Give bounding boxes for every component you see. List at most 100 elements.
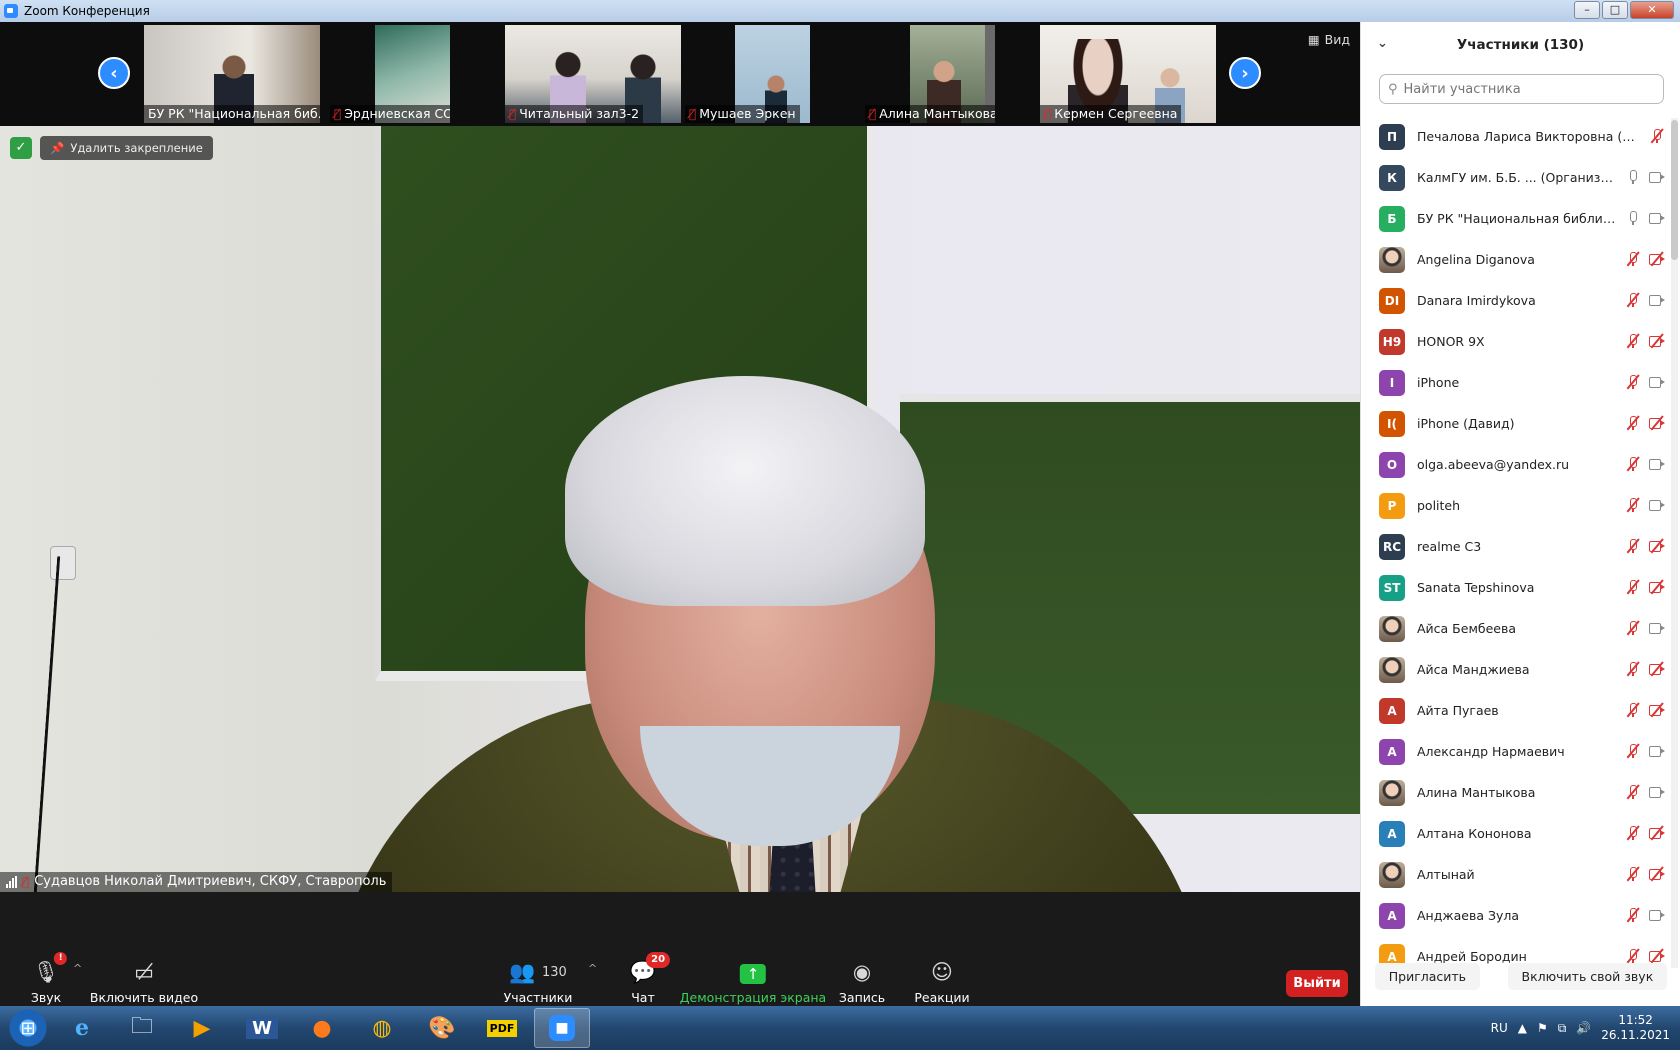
mic-muted-icon [1625, 620, 1641, 636]
participant-row[interactable]: К КалмГУ им. Б.Б. ... (Организатор) [1361, 157, 1671, 198]
participant-row[interactable]: П Печалова Лариса Викторовна (... (Я) [1361, 116, 1671, 157]
zoom-taskbar-icon[interactable]: ■ [534, 1008, 590, 1048]
title-bar: Zoom Конференция – □ ✕ [0, 0, 1680, 22]
participant-row[interactable]: H9 HONOR 9X [1361, 321, 1671, 362]
gallery-next-arrow-icon[interactable]: › [1229, 57, 1261, 89]
participant-status-icons [1625, 415, 1665, 431]
share-screen-button[interactable]: ↑ Демонстрация экрана [680, 960, 826, 1005]
volume-icon[interactable]: 🔊 [1576, 1021, 1591, 1035]
internet-explorer-icon[interactable]: e [54, 1008, 110, 1048]
camera-off-icon [1649, 333, 1665, 349]
chat-button[interactable]: 💬 20 Чат [630, 952, 671, 1005]
video-thumbnail[interactable]: БУ РК "Национальная биб... [144, 25, 320, 123]
participant-name: Алина Мантыкова [1417, 785, 1536, 800]
participant-row[interactable]: Oolga.abeeva@yandex.ru [1361, 444, 1671, 485]
security-shield-icon[interactable]: ✓ [10, 137, 32, 159]
audio-options-chevron-icon[interactable]: ^ [73, 962, 82, 975]
video-thumbnail[interactable]: 🎙̸ Эрдниевская СОШ [330, 25, 450, 123]
participants-button[interactable]: 👥 130 Участники [504, 960, 573, 1005]
reactions-button[interactable]: ☺ Реакции [914, 960, 969, 1005]
invite-button[interactable]: Пригласить [1374, 962, 1481, 990]
participant-row[interactable]: Алтынай [1361, 854, 1671, 895]
mic-muted-icon [1625, 497, 1641, 513]
participant-row[interactable]: Айса Бембеева [1361, 608, 1671, 649]
participant-status-icons [1625, 456, 1665, 472]
participant-row[interactable]: IiPhone [1361, 362, 1671, 403]
camera-off-icon [1649, 415, 1665, 431]
view-button[interactable]: ▦ Вид [1308, 32, 1350, 47]
participants-options-chevron-icon[interactable]: ^ [588, 962, 597, 975]
network-icon[interactable]: ⧉ [1558, 1021, 1567, 1036]
pdf-reader-icon[interactable]: PDF [474, 1008, 530, 1048]
thumbnail-name: 🎙̸ Читальный зал3-2 [505, 105, 644, 123]
video-thumbnail[interactable]: 🎙̸ Кермен Сергеевна [1040, 25, 1216, 123]
pin-indicator: ✓ 📌 Удалить закрепление [10, 136, 213, 160]
participant-name: Анджаева Зула [1417, 908, 1520, 923]
participant-row[interactable]: Ppoliteh [1361, 485, 1671, 526]
language-indicator[interactable]: RU [1491, 1021, 1508, 1035]
participant-row[interactable]: Б БУ РК "Национальная библиот... [1361, 198, 1671, 239]
avatar: П [1379, 123, 1405, 150]
clock[interactable]: 11:52 26.11.2021 [1601, 1013, 1670, 1043]
participant-row[interactable]: ST Sanata Tepshinova [1361, 567, 1671, 608]
paint-icon[interactable]: 🎨 [414, 1008, 470, 1048]
participants-icon: 👥 130 [509, 960, 567, 984]
mic-muted-icon [1625, 825, 1641, 841]
mic-muted-icon [1625, 743, 1641, 759]
participant-row[interactable]: А Александр Нармаевич [1361, 731, 1671, 772]
participant-row[interactable]: А Айта Пугаев [1361, 690, 1671, 731]
participant-name: Sanata Tepshinova [1417, 580, 1535, 595]
record-button[interactable]: ◉ Запись [839, 960, 885, 1005]
file-explorer-icon[interactable]: 🗀 [114, 1008, 170, 1048]
participant-name: iPhone [1417, 375, 1460, 390]
participant-name: Печалова Лариса Викторовна (... (Я) [1417, 129, 1635, 144]
participant-name: iPhone (Давид) [1417, 416, 1515, 431]
unmute-self-button[interactable]: Включить свой звук [1507, 962, 1668, 990]
media-player-icon[interactable]: ▶ [174, 1008, 230, 1048]
mic-muted-icon [1625, 333, 1641, 349]
gallery-prev-arrow-icon[interactable]: ‹ [98, 57, 130, 89]
word-icon[interactable]: W [234, 1008, 290, 1048]
camera-off-icon [1649, 661, 1665, 677]
camera-off-icon [1649, 251, 1665, 267]
participant-row[interactable]: А Анджаева Зула [1361, 895, 1671, 936]
participant-row[interactable]: DI Danara Imirdykova [1361, 280, 1671, 321]
thumbnail-name: 🎙̸ Алина Мантыкова [865, 105, 995, 123]
thumbnail-name: 🎙̸ Мушаев Эркен [685, 105, 800, 123]
participant-list-scrollbar[interactable] [1671, 118, 1678, 968]
video-thumbnail[interactable]: 🎙̸ Читальный зал3-2 [505, 25, 681, 123]
collapse-chevron-icon[interactable]: ⌄ [1377, 36, 1388, 51]
camera-off-icon [1649, 538, 1665, 554]
chrome-icon[interactable]: ◍ [354, 1008, 410, 1048]
firefox-icon[interactable]: ● [294, 1008, 350, 1048]
start-button[interactable]: ⊞ [6, 1006, 50, 1050]
camera-icon [1649, 620, 1665, 636]
participant-row[interactable]: Айса Манджиева [1361, 649, 1671, 690]
audio-button[interactable]: 🎙! Звук [31, 952, 68, 1005]
participant-row[interactable]: Angelina Diganova [1361, 239, 1671, 280]
participant-row[interactable]: А Алтана Кононова [1361, 813, 1671, 854]
video-thumbnail[interactable]: 🎙̸ Алина Мантыкова [865, 25, 995, 123]
participant-row[interactable]: Алина Мантыкова [1361, 772, 1671, 813]
flag-icon[interactable]: ⚑ [1537, 1021, 1548, 1035]
video-thumbnail[interactable]: 🎙̸ Мушаев Эркен [685, 25, 810, 123]
start-video-button[interactable]: ▭̸ Включить видео [90, 960, 198, 1005]
maximize-button[interactable]: □ [1602, 1, 1628, 19]
participant-row[interactable]: RC realme C3 [1361, 526, 1671, 567]
mic-muted-icon [1625, 702, 1641, 718]
system-tray: RU ▲ ⚑ ⧉ 🔊 11:52 26.11.2021 [1491, 1006, 1670, 1050]
participants-panel: ⌄ Участники (130) ⚲ П Печалова Лариса Вик… [1360, 22, 1680, 1006]
close-button[interactable]: ✕ [1630, 1, 1674, 19]
participant-status-icons [1625, 784, 1665, 800]
avatar: I [1379, 369, 1405, 396]
minimize-button[interactable]: – [1574, 1, 1600, 19]
participant-row[interactable]: I(iPhone (Давид) [1361, 403, 1671, 444]
leave-meeting-button[interactable]: Выйти [1286, 970, 1348, 997]
participant-name: realme C3 [1417, 539, 1482, 554]
tray-expand-icon[interactable]: ▲ [1518, 1021, 1527, 1035]
unpin-button[interactable]: 📌 Удалить закрепление [40, 136, 213, 160]
search-input[interactable] [1403, 81, 1655, 97]
mic-muted-icon [1649, 128, 1665, 144]
window-controls: – □ ✕ [1574, 1, 1674, 19]
participant-name: HONOR 9X [1417, 334, 1485, 349]
